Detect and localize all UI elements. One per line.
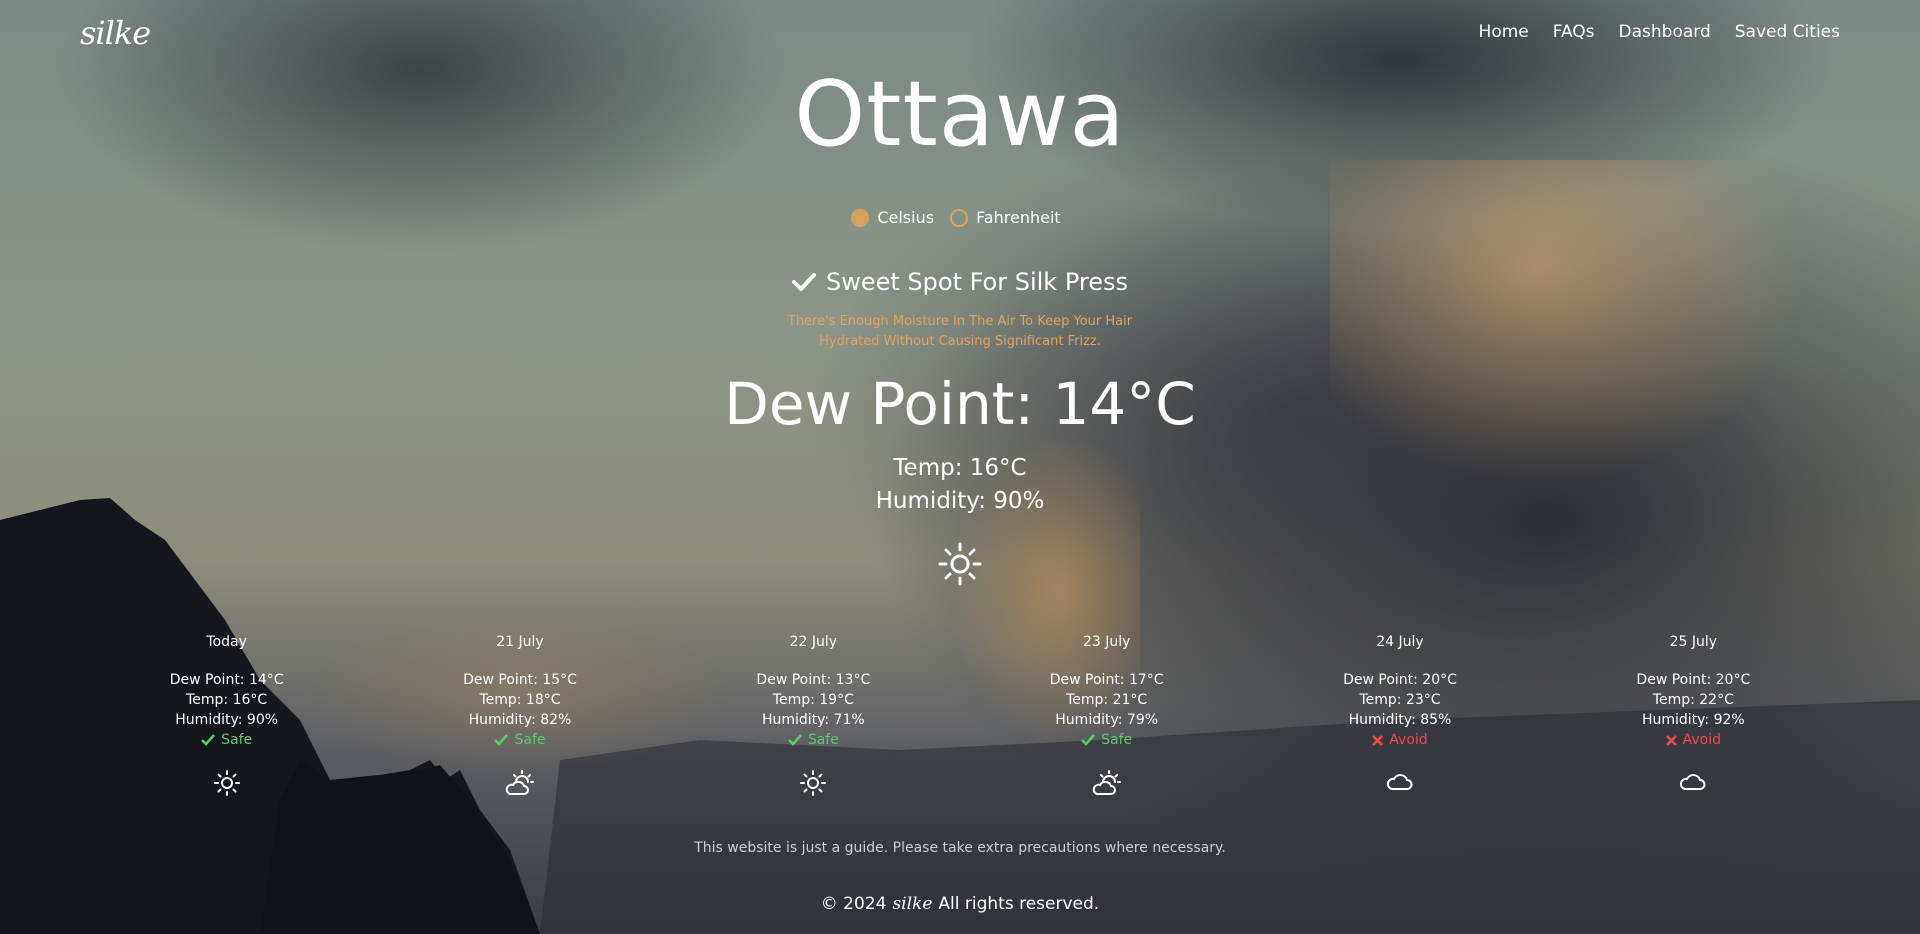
copyright-suffix: All rights reserved. xyxy=(938,894,1100,914)
forecast-dew: Dew Point: 13°C xyxy=(756,672,871,688)
nav-home[interactable]: Home xyxy=(1479,22,1529,42)
forecast-date: 23 July xyxy=(1082,634,1131,650)
forecast-temp: Temp: 23°C xyxy=(1359,692,1441,708)
x-icon xyxy=(1665,734,1677,746)
forecast-temp: Temp: 16°C xyxy=(186,692,268,708)
forecast-status: Safe xyxy=(80,730,373,750)
check-icon xyxy=(494,734,509,746)
forecast-humidity: Humidity: 71% xyxy=(761,712,865,728)
forecast-humidity: Humidity: 82% xyxy=(468,712,572,728)
forecast-icon xyxy=(373,770,666,800)
current-humidity: Humidity: 90% xyxy=(875,488,1045,514)
forecast-icon xyxy=(1253,770,1546,800)
forecast-date: 24 July xyxy=(1376,634,1424,650)
forecast-date: Today xyxy=(206,634,247,650)
status-label: Avoid xyxy=(1389,732,1428,748)
celsius-label[interactable]: Celsius xyxy=(877,208,934,227)
forecast-humidity: Humidity: 79% xyxy=(1055,712,1159,728)
copyright: © 2024 silke All rights reserved. xyxy=(0,894,1920,914)
main-nav: Home FAQs Dashboard Saved Cities xyxy=(1479,22,1840,42)
forecast-status: Avoid xyxy=(1253,730,1546,750)
forecast-date: 22 July xyxy=(789,634,838,650)
forecast-status: Avoid xyxy=(1547,730,1840,750)
logo[interactable]: silke xyxy=(80,14,151,52)
forecast-dew: Dew Point: 15°C xyxy=(463,672,577,688)
nav-dashboard[interactable]: Dashboard xyxy=(1619,22,1711,42)
forecast-icon xyxy=(80,770,373,800)
current-temp: Temp: 16°C xyxy=(893,455,1027,481)
x-icon xyxy=(1372,734,1384,746)
sun-icon xyxy=(800,770,827,796)
verdict-advice: There's Enough Moisture In The Air To Ke… xyxy=(750,312,1170,352)
forecast-day: Today Dew Point: 14°C Temp: 16°C Humidit… xyxy=(80,630,373,800)
advice-line-1: There's Enough Moisture In The Air To Ke… xyxy=(787,314,1133,329)
partly-cloudy-icon xyxy=(1092,770,1121,795)
check-icon xyxy=(787,734,802,746)
sun-icon xyxy=(213,770,240,796)
forecast-date: 25 July xyxy=(1669,634,1718,650)
status-label: Safe xyxy=(1101,732,1133,748)
fahrenheit-radio[interactable] xyxy=(950,208,969,227)
fahrenheit-label[interactable]: Fahrenheit xyxy=(976,208,1061,227)
status-label: Safe xyxy=(807,732,839,748)
verdict-title: Sweet Spot For Silk Press xyxy=(825,268,1128,296)
nav-faqs[interactable]: FAQs xyxy=(1553,22,1595,42)
check-icon xyxy=(791,273,816,291)
forecast-humidity: Humidity: 90% xyxy=(175,712,279,728)
disclaimer: This website is just a guide. Please tak… xyxy=(694,840,1226,856)
sun-icon xyxy=(938,542,982,586)
forecast-dew: Dew Point: 17°C xyxy=(1049,672,1164,688)
status-label: Safe xyxy=(514,732,546,748)
forecast-day: 21 July Dew Point: 15°C Temp: 18°C Humid… xyxy=(373,630,666,800)
forecast-humidity: Humidity: 92% xyxy=(1641,712,1745,728)
forecast-day: 25 July Dew Point: 20°C Temp: 22°C Humid… xyxy=(1547,630,1840,800)
forecast-dew: Dew Point: 20°C xyxy=(1636,672,1751,688)
status-label: Avoid xyxy=(1682,732,1722,748)
forecast-status: Safe xyxy=(960,730,1253,750)
forecast-date: 21 July xyxy=(496,634,544,650)
copyright-prefix: © 2024 xyxy=(820,894,887,914)
forecast-icon xyxy=(667,770,960,800)
check-icon xyxy=(1081,734,1096,746)
forecast-dew: Dew Point: 14°C xyxy=(169,672,284,688)
check-icon xyxy=(201,734,216,746)
nav-saved-cities[interactable]: Saved Cities xyxy=(1735,22,1840,42)
forecast-temp: Temp: 19°C xyxy=(772,692,854,708)
current-dew-point: Dew Point: 14°C xyxy=(724,370,1196,438)
forecast-day: 23 July Dew Point: 17°C Temp: 21°C Humid… xyxy=(960,630,1253,800)
celsius-radio[interactable] xyxy=(851,208,870,227)
forecast-day: 24 July Dew Point: 20°C Temp: 23°C Humid… xyxy=(1253,630,1546,800)
forecast-day: 22 July Dew Point: 13°C Temp: 19°C Humid… xyxy=(667,630,960,800)
cloud-icon xyxy=(1386,774,1413,790)
forecast-temp: Temp: 22°C xyxy=(1652,692,1734,708)
footer-brand: silke xyxy=(892,894,933,914)
forecast-status: Safe xyxy=(667,730,960,750)
forecast: Today Dew Point: 14°C Temp: 16°C Humidit… xyxy=(80,630,1840,800)
forecast-humidity: Humidity: 85% xyxy=(1348,712,1452,728)
partly-cloudy-icon xyxy=(505,770,534,795)
forecast-status: Safe xyxy=(373,730,666,750)
forecast-dew: Dew Point: 20°C xyxy=(1343,672,1457,688)
forecast-icon xyxy=(960,770,1253,800)
forecast-temp: Temp: 21°C xyxy=(1066,692,1148,708)
cloud-icon xyxy=(1680,774,1706,790)
forecast-temp: Temp: 18°C xyxy=(479,692,561,708)
current-weather-icon xyxy=(0,542,1920,590)
status-label: Safe xyxy=(221,732,253,748)
verdict: Sweet Spot For Silk Press xyxy=(0,268,1920,296)
advice-line-2: Hydrated Without Causing Significant Fri… xyxy=(819,334,1101,349)
forecast-icon xyxy=(1547,770,1840,800)
city-title: Ottawa xyxy=(794,62,1126,167)
unit-toggle: Celsius Fahrenheit xyxy=(0,208,1920,227)
